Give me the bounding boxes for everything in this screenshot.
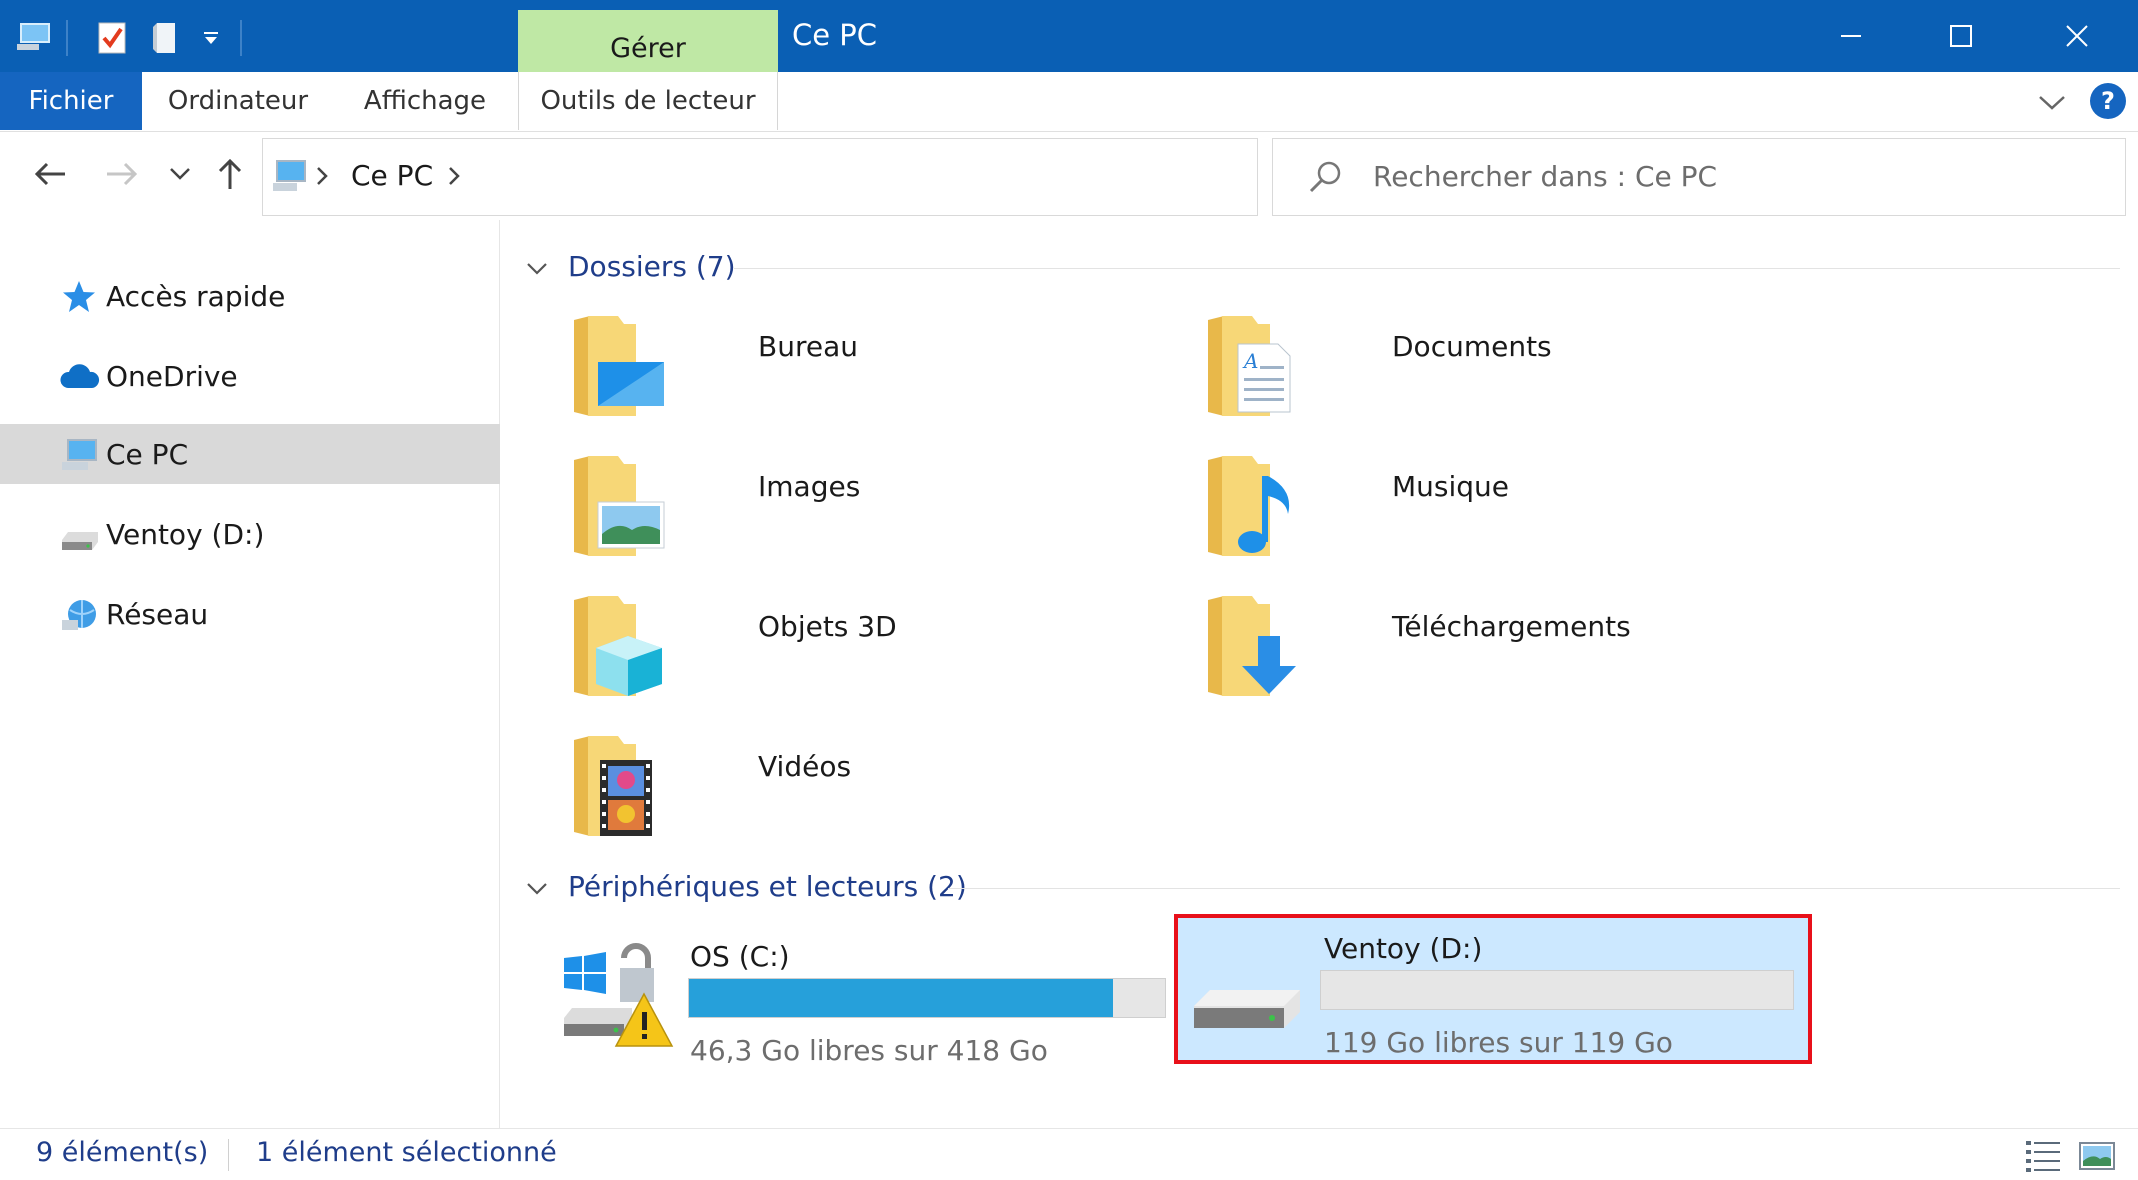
drive-name: OS (C:) [690,940,790,973]
help-button[interactable]: ? [2090,83,2126,119]
breadcrumb-ce-pc[interactable]: Ce PC [351,159,433,192]
group-header-dossiers[interactable]: Dossiers (7) [526,246,736,286]
desktop-folder-icon [574,316,664,416]
properties-icon[interactable] [92,18,132,58]
drive-usage-bar [1320,970,1794,1010]
group-divider [734,268,2120,269]
group-divider [948,888,2120,889]
folder-telechargements[interactable]: Téléchargements [1208,596,1828,706]
cloud-icon [60,360,100,394]
folder-videos[interactable]: Vidéos [574,736,1194,846]
network-icon [60,598,98,632]
new-folder-icon[interactable] [146,18,186,58]
folder-musique[interactable]: Musique [1208,456,1828,566]
status-bar: 9 élément(s) 1 élément sélectionné [0,1128,2138,1180]
sidebar-item-ventoy[interactable]: Ventoy (D:) [0,504,500,564]
forward-icon[interactable] [100,152,144,196]
title-bar: Gérer Ce PC [0,0,2138,72]
videos-folder-icon [574,736,652,836]
sidebar-item-reseau[interactable]: Réseau [0,584,500,644]
collapse-chevron-icon[interactable] [526,870,550,903]
tab-outils-de-lecteur[interactable]: Outils de lecteur [518,72,778,130]
folder-name: Bureau [758,330,858,363]
group-header-peripheriques[interactable]: Périphériques et lecteurs (2) [526,866,967,906]
computer-icon [271,157,311,197]
computer-icon [12,18,56,58]
drive-icon [1194,990,1300,1028]
minimize-button[interactable] [1816,10,1886,62]
folder-name: Images [758,470,861,503]
folder-documents[interactable]: A Documents [1208,316,1828,426]
item-count: 9 élément(s) [36,1137,209,1168]
expand-ribbon-icon[interactable] [2036,88,2068,116]
separator [228,1139,229,1171]
customize-quick-access-icon[interactable] [194,18,228,58]
sidebar-item-label: Réseau [106,597,209,631]
address-bar[interactable]: Ce PC [262,138,1497,216]
folder-name: Téléchargements [1392,610,1631,643]
drive-d[interactable]: Ventoy (D:) 119 Go libres sur 119 Go [1174,914,1812,1064]
file-list: Dossiers (7) Bureau A Documents Images M… [502,220,2138,1128]
3d-objects-folder-icon [574,596,662,696]
back-icon[interactable] [28,152,72,196]
star-icon [60,280,98,314]
window-title: Ce PC [792,18,878,52]
folder-objets-3d[interactable]: Objets 3D [574,596,1194,706]
recent-locations-icon[interactable] [158,152,202,196]
music-folder-icon [1208,456,1290,556]
sidebar-item-onedrive[interactable]: OneDrive [0,346,500,406]
pictures-folder-icon [574,456,665,556]
sidebar-item-ce-pc[interactable]: Ce PC [0,424,500,484]
group-title: Dossiers (7) [568,249,736,283]
folder-images[interactable]: Images [574,456,1194,566]
drive-usage-fill [689,979,1113,1017]
folder-name: Documents [1392,330,1552,363]
search-box[interactable]: Rechercher dans : Ce PC [1272,138,2126,216]
navigation-bar: Ce PC Rechercher dans : Ce PC [0,132,2138,220]
tab-fichier[interactable]: Fichier [0,72,142,130]
drive-usage-bar [688,978,1166,1018]
documents-folder-icon: A [1208,316,1291,416]
downloads-folder-icon [1208,596,1296,696]
drive-name: Ventoy (D:) [1324,932,1483,965]
search-icon [1307,159,1343,199]
sidebar-item-label: Ce PC [106,437,189,471]
selection-count: 1 élément sélectionné [256,1137,557,1168]
maximize-button[interactable] [1926,10,1996,62]
drive-free-space: 119 Go libres sur 119 Go [1324,1026,1673,1059]
large-icons-view-icon[interactable] [2078,1137,2116,1173]
ribbon: Fichier Ordinateur Affichage Outils de l… [0,72,2138,132]
drive-c[interactable]: OS (C:) 46,3 Go libres sur 418 Go [556,926,1166,1076]
separator [66,20,68,56]
sidebar-item-label: Accès rapide [106,279,286,313]
sidebar-item-label: OneDrive [106,359,238,393]
search-input[interactable]: Rechercher dans : Ce PC [1373,160,1717,193]
manage-context-tab[interactable]: Gérer [518,10,778,72]
close-button[interactable] [2042,10,2112,62]
windows-drive-icon [564,943,674,1047]
breadcrumb-chevron-icon[interactable] [315,165,329,191]
collapse-chevron-icon[interactable] [526,250,550,283]
folder-name: Musique [1392,470,1510,503]
computer-icon [60,438,98,472]
breadcrumb-chevron-icon[interactable] [447,165,461,191]
folder-name: Vidéos [758,750,852,783]
group-title: Périphériques et lecteurs (2) [568,869,967,903]
drive-icon [60,518,98,552]
tab-ordinateur[interactable]: Ordinateur [160,72,316,130]
separator [240,20,242,56]
sidebar-item-acces-rapide[interactable]: Accès rapide [0,266,500,326]
folder-name: Objets 3D [758,610,897,643]
details-view-icon[interactable] [2024,1137,2062,1173]
navigation-pane: Accès rapide OneDrive Ce PC Ventoy (D:) … [0,220,500,1128]
tab-affichage[interactable]: Affichage [350,72,500,130]
folder-bureau[interactable]: Bureau [574,316,1194,426]
up-icon[interactable] [208,152,252,196]
sidebar-item-label: Ventoy (D:) [106,517,265,551]
drive-free-space: 46,3 Go libres sur 418 Go [690,1034,1048,1067]
svg-text:A: A [1242,349,1258,373]
